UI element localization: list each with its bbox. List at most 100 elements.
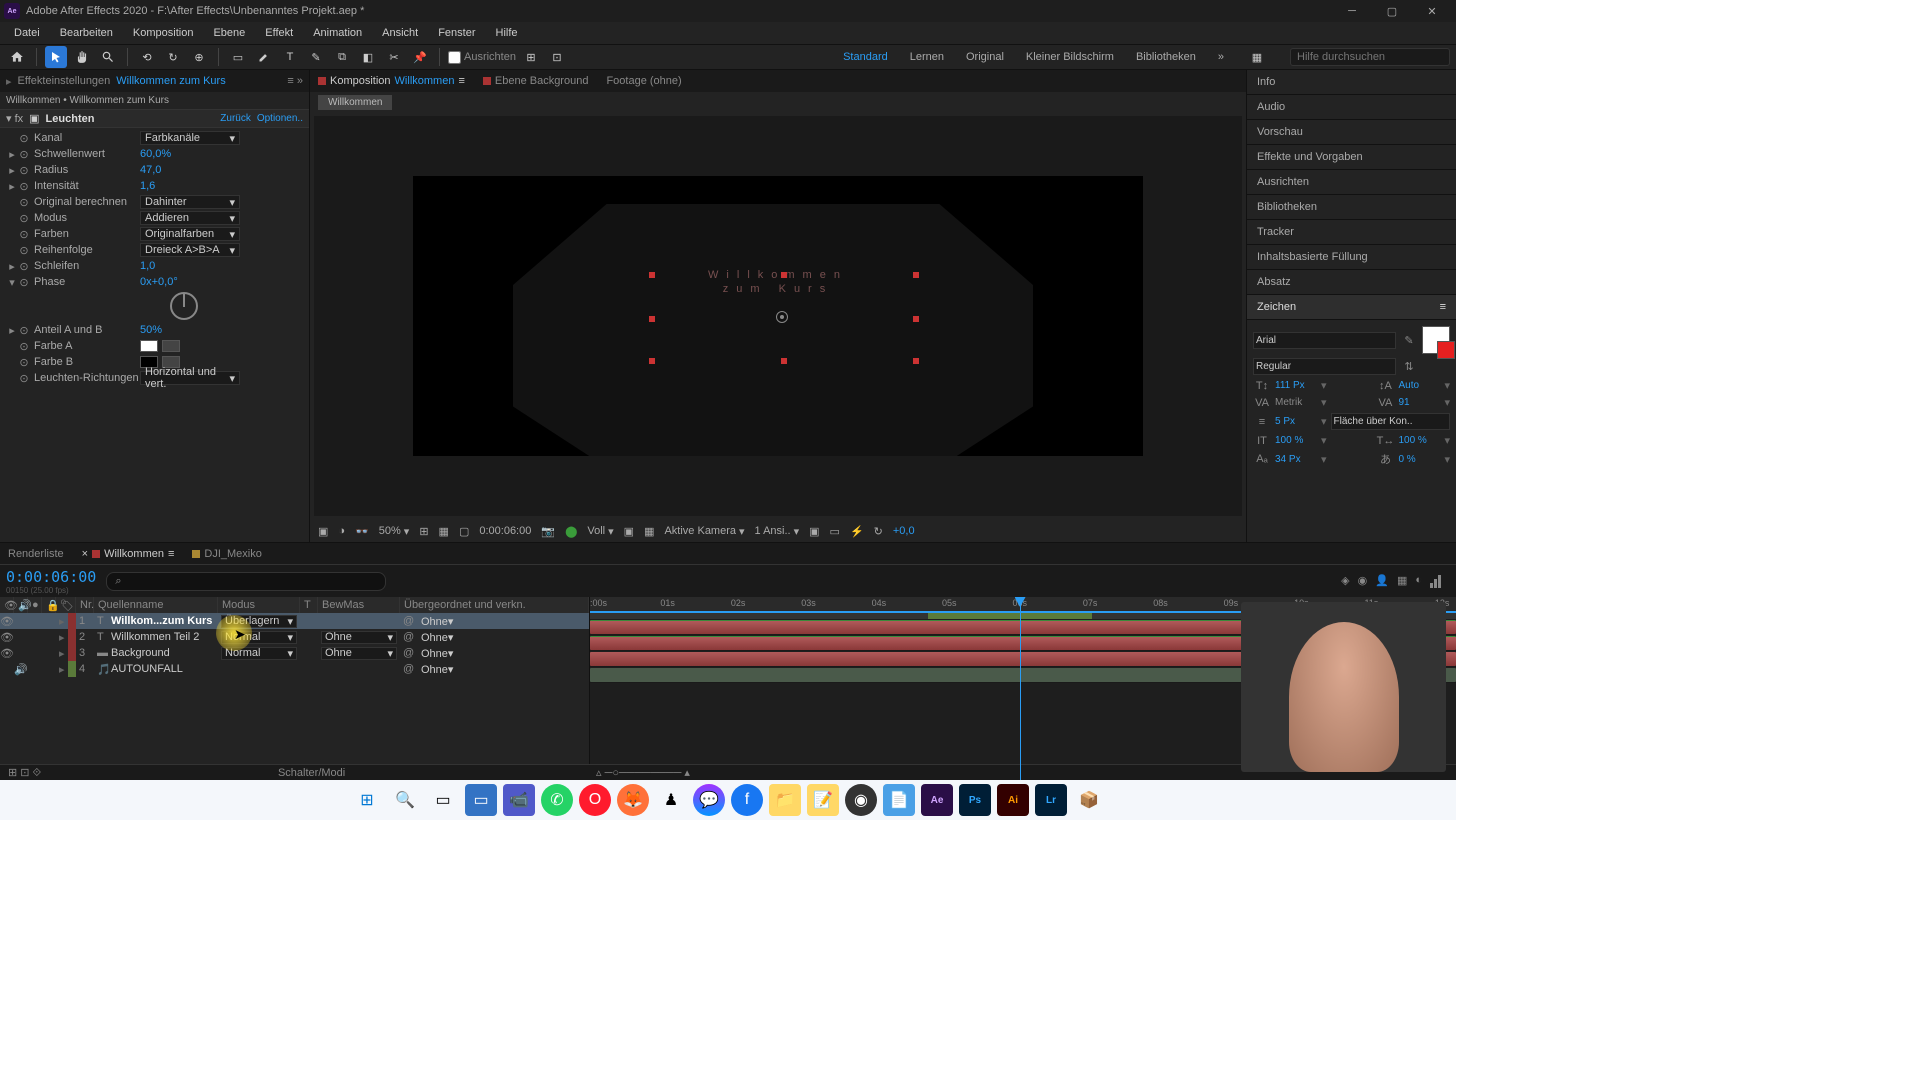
parent-dropdown[interactable]: Ohne▾ <box>418 661 490 677</box>
menu-bearbeiten[interactable]: Bearbeiten <box>50 25 123 41</box>
hand-tool[interactable] <box>71 46 93 68</box>
panel-audio[interactable]: Audio <box>1247 95 1456 120</box>
selection-handle[interactable] <box>649 358 655 364</box>
switches-modes-toggle[interactable]: Schalter/Modi <box>278 767 345 779</box>
close-button[interactable]: ✕ <box>1412 0 1452 22</box>
twirl-icon[interactable]: ▸ <box>6 324 18 337</box>
farben-dropdown[interactable]: Originalfarben▾ <box>140 227 240 241</box>
workspace-biblio[interactable]: Bibliotheken <box>1136 51 1196 63</box>
footage-tab[interactable]: Footage (ohne) <box>606 75 681 87</box>
trackmatte-dropdown[interactable] <box>318 661 400 677</box>
selection-handle[interactable] <box>781 358 787 364</box>
pickwhip-icon[interactable]: @ <box>400 629 418 645</box>
workspace-more[interactable]: » <box>1218 51 1224 63</box>
selection-handle[interactable] <box>649 316 655 322</box>
blend-mode-dropdown[interactable] <box>218 661 300 677</box>
twirl-icon[interactable]: ▸ <box>6 260 18 273</box>
workspace-standard[interactable]: Standard <box>843 51 888 63</box>
radius-value[interactable]: 47,0 <box>140 164 161 176</box>
clone-tool[interactable]: ⧉ <box>331 46 353 68</box>
blend-mode-dropdown[interactable]: Überlagern▾ <box>218 613 300 629</box>
stopwatch-icon[interactable]: ⊙ <box>18 180 30 192</box>
workspace-lernen[interactable]: Lernen <box>910 51 944 63</box>
project-tab-icon[interactable]: ▸ <box>6 75 12 88</box>
font-family-dropdown[interactable]: Arial <box>1253 332 1396 349</box>
trackmatte-dropdown[interactable] <box>318 613 400 629</box>
firefox-icon[interactable]: 🦊 <box>617 784 649 816</box>
teams-icon[interactable]: 📹 <box>503 784 535 816</box>
rotate-tool[interactable]: ↻ <box>162 46 184 68</box>
whatsapp-icon[interactable]: ✆ <box>541 784 573 816</box>
minimize-button[interactable]: ─ <box>1332 0 1372 22</box>
panel-menu-icon[interactable]: ≡ <box>1440 301 1446 313</box>
modus-dropdown[interactable]: Addieren▾ <box>140 211 240 225</box>
blend-mode-dropdown[interactable]: Normal▾ <box>218 629 300 645</box>
snap-edge-icon[interactable]: ⊞ <box>520 46 542 68</box>
stopwatch-icon[interactable]: ⊙ <box>18 260 30 272</box>
panel-effekte[interactable]: Effekte und Vorgaben <box>1247 145 1456 170</box>
mask-toggle-icon[interactable]: ▣ <box>318 525 328 538</box>
audio-toggle[interactable] <box>14 629 28 645</box>
layer-row[interactable]: 👁 ▸ 2 T Willkommen Teil 2 Normal▾ Ohne▾ … <box>0 629 589 645</box>
hscale-value[interactable]: 100 % <box>1398 435 1440 446</box>
playhead[interactable] <box>1020 597 1021 780</box>
eye-col-icon[interactable]: 👁 <box>0 597 14 613</box>
roto-tool[interactable]: ✂ <box>383 46 405 68</box>
illustrator-icon[interactable]: Ai <box>997 784 1029 816</box>
workspace-original[interactable]: Original <box>966 51 1004 63</box>
renderqueue-tab[interactable]: Renderliste <box>8 548 64 560</box>
editor-icon[interactable]: 📄 <box>883 784 915 816</box>
aftereffects-icon[interactable]: Ae <box>921 784 953 816</box>
workspace-panel-icon[interactable]: ▦ <box>1246 46 1268 68</box>
visibility-toggle[interactable]: 👁 <box>0 645 14 661</box>
comp-tab[interactable]: KompositionWillkommen≡ <box>318 75 465 87</box>
panel-ausrichten[interactable]: Ausrichten <box>1247 170 1456 195</box>
panel-menu-icon[interactable]: ≡ » <box>287 75 303 87</box>
pickwhip-icon[interactable]: @ <box>400 613 418 629</box>
tsume-value[interactable]: 0 % <box>1398 454 1440 465</box>
puppet-tool[interactable]: 📌 <box>409 46 431 68</box>
eyedropper-icon[interactable] <box>162 340 180 352</box>
text-tool[interactable]: T <box>279 46 301 68</box>
comp-mini-flowchart-icon[interactable]: ◈ <box>1341 574 1349 588</box>
share-view-icon[interactable]: ▣ <box>809 525 819 538</box>
stroke-value[interactable]: 5 Px <box>1275 416 1317 427</box>
app-icon[interactable]: ♟ <box>655 784 687 816</box>
graph-editor-icon[interactable] <box>1430 574 1444 588</box>
selection-handle[interactable] <box>781 272 787 278</box>
rect-tool[interactable]: ▭ <box>227 46 249 68</box>
twirl-icon[interactable]: ▸ <box>56 645 68 661</box>
windows-taskbar[interactable]: ⊞ 🔍 ▭ ▭ 📹 ✆ O 🦊 ♟ 💬 f 📁 📝 ◉ 📄 Ae Ps Ai L… <box>0 780 1456 820</box>
fx-mask-icon[interactable]: ▣ <box>29 112 39 125</box>
home-button[interactable] <box>6 46 28 68</box>
layer-row[interactable]: 🔊 ▸ 4 🎵 AUTOUNFALL @ Ohne▾ <box>0 661 589 677</box>
effect-reset[interactable]: Zurück <box>220 113 251 124</box>
fast-preview-icon[interactable]: ⚡ <box>850 525 864 538</box>
font-style-dropdown[interactable]: Regular <box>1253 358 1396 375</box>
stopwatch-icon[interactable]: ⊙ <box>18 228 30 240</box>
stopwatch-icon[interactable]: ⊙ <box>18 340 30 352</box>
speaker-col-icon[interactable]: 🔊 <box>14 597 28 613</box>
layer-tab[interactable]: Ebene Background <box>483 75 589 87</box>
layer-name[interactable]: Willkom...zum Kurs <box>108 613 218 629</box>
panel-bibliotheken[interactable]: Bibliotheken <box>1247 195 1456 220</box>
taskview-button[interactable]: ▭ <box>427 784 459 816</box>
comp-tab-willkommen[interactable]: × Willkommen ≡ <box>82 548 175 560</box>
label-color[interactable] <box>68 629 76 645</box>
menu-animation[interactable]: Animation <box>303 25 372 41</box>
selection-handle[interactable] <box>913 272 919 278</box>
timecode[interactable]: 0:00:06:00 <box>6 568 96 586</box>
snapshot-icon[interactable]: 📷 <box>541 525 555 538</box>
panel-info[interactable]: Info <box>1247 70 1456 95</box>
menu-effekt[interactable]: Effekt <box>255 25 303 41</box>
exposure-value[interactable]: +0,0 <box>893 525 915 537</box>
stopwatch-icon[interactable]: ⊙ <box>18 212 30 224</box>
motionblur-icon[interactable]: ◐ <box>1415 574 1422 588</box>
vscale-value[interactable]: 100 % <box>1275 435 1317 446</box>
grid-layout-icon[interactable]: ⊞ <box>419 525 428 538</box>
zoom-out-icon[interactable]: ▵ ─○──────── ▴ <box>596 766 690 779</box>
refresh-icon[interactable]: ↻ <box>874 525 883 538</box>
pickwhip-icon[interactable]: @ <box>400 661 418 677</box>
pixel-aspect-icon[interactable]: ▭ <box>830 525 840 538</box>
visibility-toggle[interactable]: 👁 <box>0 613 14 629</box>
